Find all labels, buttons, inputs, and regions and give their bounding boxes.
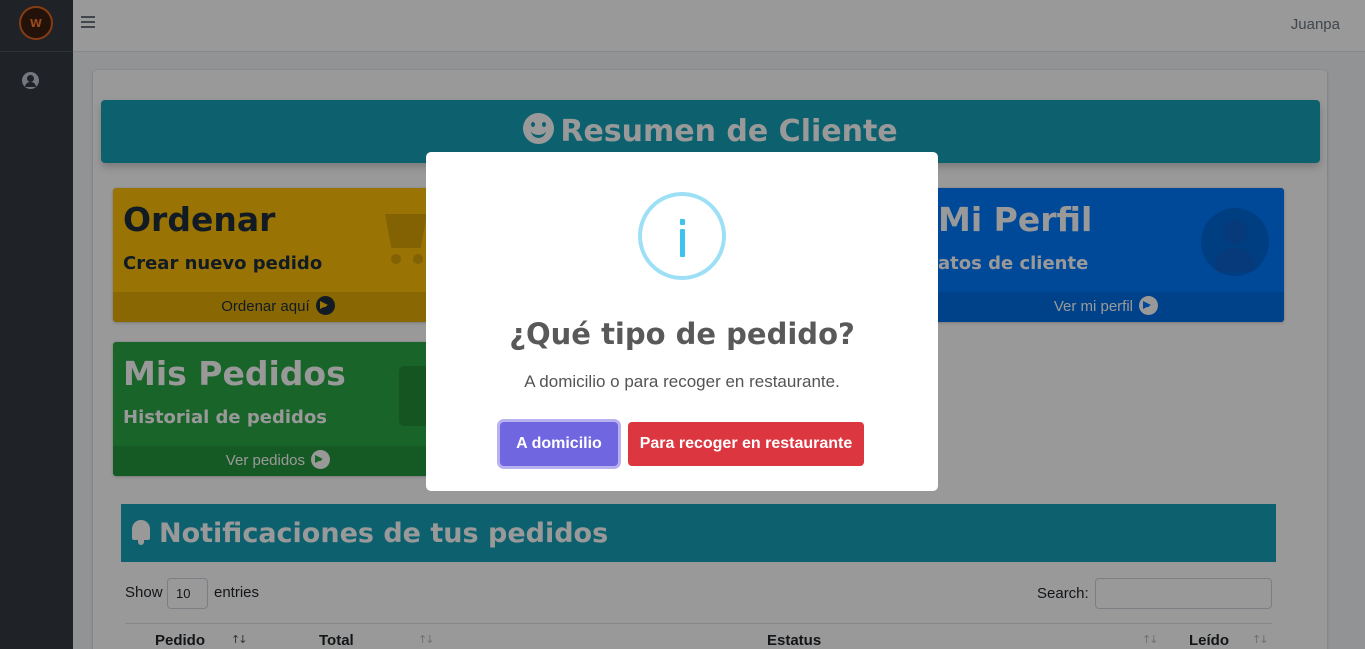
dialog-text: A domicilio o para recoger en restaurant… <box>524 372 840 391</box>
pickup-button[interactable]: Para recoger en restaurante <box>628 422 864 466</box>
order-type-dialog: ¿Qué tipo de pedido? A domicilio o para … <box>426 152 938 491</box>
dialog-title: ¿Qué tipo de pedido? <box>509 317 855 351</box>
info-icon <box>638 192 726 280</box>
home-delivery-button[interactable]: A domicilio <box>500 422 618 466</box>
